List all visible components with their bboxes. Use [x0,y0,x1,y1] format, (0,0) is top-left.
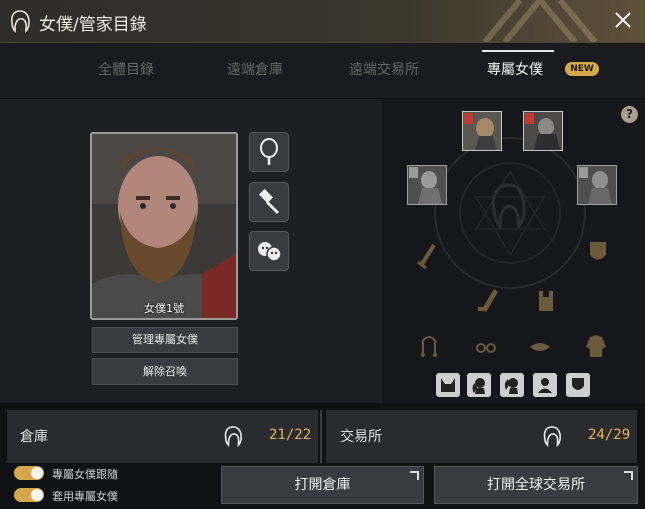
divider [320,410,322,463]
glasses-slot-icon [476,343,496,353]
appearance-button[interactable] [249,132,289,172]
maid-head-icon [10,10,30,33]
bust-icon[interactable] [533,373,557,397]
apply-toggle-label: 套用專屬女僕 [52,490,118,503]
close-icon[interactable] [613,10,633,30]
portrait-image [92,134,236,318]
open-warehouse-button[interactable]: 打開倉庫 [221,466,424,504]
follow-toggle[interactable] [14,466,44,480]
mirror-icon [260,138,278,165]
maid-slot-1[interactable] [462,111,502,151]
tab-exclusive-maid[interactable]: 專屬女僕 [487,59,543,79]
maid-name-label: 女僕1號 [144,302,184,315]
maid-portrait: 女僕1號 [90,132,238,320]
warehouse-count: 21/22 [269,427,312,443]
armor-slot-icon [539,291,553,311]
maid-thumbnail [578,166,616,204]
lips-slot-icon [530,343,550,351]
external-window-icon [410,471,419,480]
market-count: 24/29 [588,427,631,443]
maid-thumbnail [408,166,446,204]
maid-head-icon [543,426,562,447]
workshop-button[interactable] [249,182,289,222]
sword-slot-icon [417,243,436,270]
ponytail-icon[interactable] [467,373,491,397]
open-global-market-label: 打開全球交易所 [487,477,585,493]
hair-icon[interactable] [500,373,524,397]
follow-toggle-label: 專屬女僕跟隨 [52,468,118,481]
shield-slot-icon [590,242,606,260]
emote-button[interactable] [249,231,289,271]
maid-slot-2[interactable] [523,111,563,151]
maid-head-icon [224,426,243,447]
apply-toggle[interactable] [14,488,44,502]
hammer-icon [258,188,280,215]
tab-all-catalog[interactable]: 全體目錄 [98,59,154,79]
new-badge: NEW [565,62,599,76]
cat-ears-icon[interactable] [436,373,460,397]
window-title: 女僕/管家目錄 [39,15,147,35]
tab-remote-warehouse[interactable]: 遠端倉庫 [227,59,283,79]
emotes-icon [258,242,282,262]
maid-slot-3[interactable] [407,165,447,205]
title-bar: 女僕/管家目錄 [0,0,645,43]
equipment-diagram [417,137,606,357]
earring-slot-icon [421,336,437,357]
dismiss-button[interactable]: 解除召喚 [92,358,238,385]
warehouse-bar: 倉庫 21/22 [7,410,318,463]
shield-icon[interactable] [566,373,590,397]
market-label: 交易所 [340,429,382,445]
tab-remote-market[interactable]: 遠端交易所 [349,59,419,79]
dagger-slot-icon [478,289,498,312]
warehouse-label: 倉庫 [20,429,48,445]
maid-thumbnail [524,112,562,150]
active-tab-underline [482,50,554,52]
manage-maid-button[interactable]: 管理專屬女僕 [92,327,238,353]
maid-thumbnail [463,112,501,150]
maid-slot-4[interactable] [577,165,617,205]
market-bar: 交易所 24/29 [326,410,637,463]
open-warehouse-label: 打開倉庫 [294,477,351,493]
title-decoration [482,0,598,42]
open-global-market-button[interactable]: 打開全球交易所 [434,466,638,504]
outfit-slot-icon [586,335,606,357]
external-window-icon [624,471,633,480]
